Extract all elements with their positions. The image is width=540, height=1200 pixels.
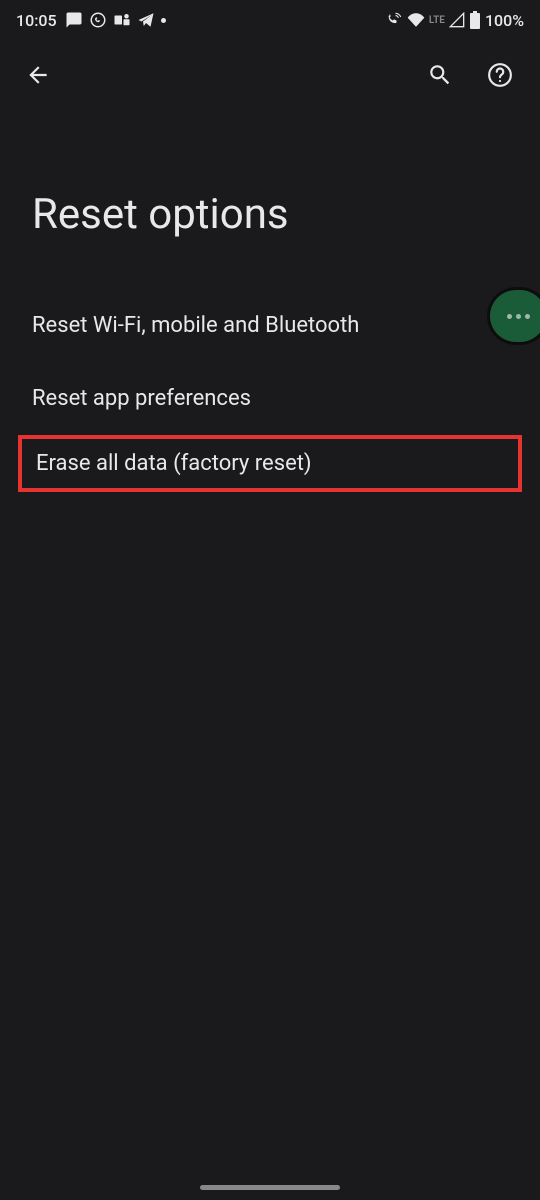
status-right: LTE 100% — [385, 11, 524, 30]
status-left: 10:05 — [16, 11, 166, 30]
reset-app-preferences[interactable]: Reset app preferences — [0, 362, 540, 435]
battery-icon — [469, 11, 481, 29]
search-icon — [427, 62, 453, 88]
chat-icon — [65, 11, 83, 29]
more-horizontal-icon — [507, 314, 530, 319]
reset-options-list: Reset Wi-Fi, mobile and Bluetooth Reset … — [0, 289, 540, 492]
navigation-handle[interactable] — [200, 1185, 340, 1190]
network-label: LTE — [429, 15, 445, 26]
more-notifications-dot — [161, 18, 166, 23]
erase-all-data-factory-reset[interactable]: Erase all data (factory reset) — [18, 435, 522, 492]
app-bar — [0, 40, 540, 110]
notification-icons — [65, 11, 166, 29]
back-button[interactable] — [20, 57, 56, 93]
teams-icon — [113, 12, 131, 28]
wifi-icon — [407, 11, 425, 29]
status-bar: 10:05 LTE 100% — [0, 0, 540, 40]
option-label: Reset app preferences — [32, 386, 251, 411]
help-icon — [487, 62, 513, 88]
option-label: Erase all data (factory reset) — [36, 451, 312, 476]
search-button[interactable] — [420, 55, 460, 95]
phone-wifi-icon — [385, 11, 403, 29]
arrow-back-icon — [25, 62, 51, 88]
signal-icon — [449, 12, 465, 28]
battery-percent: 100% — [485, 11, 524, 30]
help-button[interactable] — [480, 55, 520, 95]
reset-wifi-mobile-bluetooth[interactable]: Reset Wi-Fi, mobile and Bluetooth — [0, 289, 540, 362]
option-label: Reset Wi-Fi, mobile and Bluetooth — [32, 313, 359, 338]
page-title: Reset options — [0, 110, 540, 289]
status-time: 10:05 — [16, 11, 57, 30]
more-options-fab[interactable] — [490, 290, 540, 342]
telegram-icon — [137, 11, 155, 29]
whatsapp-icon — [89, 11, 107, 29]
